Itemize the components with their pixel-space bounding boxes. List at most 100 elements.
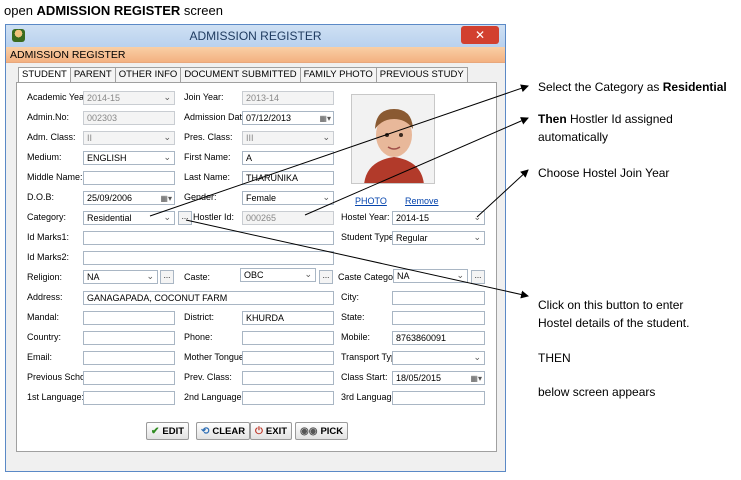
caption-bold: ADMISSION REGISTER: [36, 3, 181, 18]
mobile-input[interactable]: 8763860091: [392, 331, 485, 345]
mobile-label: Mobile:: [341, 332, 371, 342]
note-2-rest: Hostler Id assigned: [570, 112, 673, 126]
edit-button-label: EDIT: [162, 425, 185, 437]
calendar-icon[interactable]: ▦▾: [319, 113, 331, 124]
state-input[interactable]: [392, 311, 485, 325]
hostler-id-label: Hostler Id:: [193, 212, 235, 222]
tab-strip: STUDENT PARENT OTHER INFO DOCUMENT SUBMI…: [18, 67, 468, 83]
chevron-down-icon: ⌄: [322, 192, 330, 202]
calendar-icon[interactable]: ▦▾: [470, 373, 482, 384]
caste-category-select[interactable]: NA ⌄: [393, 269, 468, 283]
adm-class-value: II: [87, 133, 93, 143]
id-marks1-input[interactable]: [83, 231, 334, 245]
district-input[interactable]: KHURDA: [242, 311, 334, 325]
close-button[interactable]: ✕: [461, 26, 499, 44]
address-label: Address:: [27, 292, 63, 302]
note-hostel-year: Choose Hostel Join Year: [538, 164, 669, 182]
window-title: ADMISSION REGISTER: [189, 29, 322, 43]
religion-select[interactable]: NA ⌄: [83, 270, 158, 284]
form-header: ADMISSION REGISTER: [6, 47, 505, 63]
chevron-down-icon: ⌄: [473, 232, 481, 242]
join-year-field[interactable]: 2013-14: [242, 91, 334, 105]
clear-button[interactable]: ⟲ CLEAR: [196, 422, 251, 440]
tab-family-photo[interactable]: FAMILY PHOTO: [299, 67, 377, 82]
hostler-id-field[interactable]: 000265: [242, 211, 334, 225]
student-type-select[interactable]: Regular ⌄: [392, 231, 485, 245]
calendar-icon[interactable]: ▦▾: [160, 193, 172, 204]
medium-label: Medium:: [27, 152, 62, 162]
pres-class-select[interactable]: III ⌄: [242, 131, 334, 145]
tab-document-submitted[interactable]: DOCUMENT SUBMITTED: [180, 67, 301, 82]
transport-type-select[interactable]: ⌄: [392, 351, 485, 365]
mother-tongue-label: Mother Tongue:: [184, 352, 247, 362]
phone-input[interactable]: [242, 331, 334, 345]
country-input[interactable]: [83, 331, 175, 345]
admission-date-value: 07/12/2013: [246, 113, 292, 123]
first-name-input[interactable]: A: [242, 151, 334, 165]
hostel-details-button[interactable]: ...: [178, 211, 192, 225]
id-marks2-input[interactable]: [83, 251, 334, 265]
chevron-down-icon: ⌄: [163, 212, 171, 222]
chevron-down-icon: ⌄: [473, 212, 481, 222]
address-input[interactable]: GANAGAPADA, COCONUT FARM: [83, 291, 334, 305]
tab-parent[interactable]: PARENT: [69, 67, 116, 82]
caste-more-button[interactable]: ...: [319, 270, 333, 284]
caste-category-more-button[interactable]: ...: [471, 270, 485, 284]
last-name-input[interactable]: THARUNIKA: [242, 171, 334, 185]
tab-student[interactable]: STUDENT: [18, 67, 71, 83]
previous-school-input[interactable]: [83, 371, 175, 385]
third-language-input[interactable]: [392, 391, 485, 405]
medium-select[interactable]: ENGLISH ⌄: [83, 151, 175, 165]
district-label: District:: [184, 312, 214, 322]
medium-value: ENGLISH: [87, 153, 127, 163]
academic-year-select[interactable]: 2014-15 ⌄: [83, 91, 175, 105]
hostel-year-select[interactable]: 2014-15 ⌄: [392, 211, 485, 225]
first-language-input[interactable]: [83, 391, 175, 405]
student-photo-image: [352, 95, 434, 183]
state-label: State:: [341, 312, 365, 322]
note-select-category: Select the Category as Residential: [538, 78, 727, 96]
chevron-down-icon: ⌄: [322, 132, 330, 142]
mandal-label: Mandal:: [27, 312, 60, 322]
dob-picker[interactable]: 25/09/2006 ▦▾: [83, 191, 175, 205]
class-start-picker[interactable]: 18/05/2015 ▦▾: [392, 371, 485, 385]
category-select[interactable]: Residential ⌄: [83, 211, 175, 225]
academic-year-value: 2014-15: [87, 93, 121, 103]
middle-name-input[interactable]: [83, 171, 175, 185]
admin-no-field[interactable]: 002303: [83, 111, 175, 125]
last-name-label: Last Name:: [184, 172, 231, 182]
pick-button[interactable]: ◉◉ PICK: [295, 422, 349, 440]
city-label: City:: [341, 292, 359, 302]
admission-date-picker[interactable]: 07/12/2013 ▦▾: [242, 111, 334, 125]
tab-other-info[interactable]: OTHER INFO: [114, 67, 182, 82]
chevron-down-icon: ⌄: [163, 92, 171, 102]
remove-photo-link[interactable]: Remove: [405, 196, 439, 206]
gender-select[interactable]: Female ⌄: [242, 191, 334, 205]
class-start-label: Class Start:: [341, 372, 388, 382]
religion-more-button[interactable]: ...: [160, 270, 174, 284]
chevron-down-icon: ⌄: [473, 352, 481, 362]
caste-select[interactable]: OBC ⌄: [240, 268, 316, 282]
city-input[interactable]: [392, 291, 485, 305]
pres-class-value: III: [246, 133, 254, 143]
mandal-input[interactable]: [83, 311, 175, 325]
checkmark-icon: ✔: [151, 425, 160, 437]
prev-class-input[interactable]: [242, 371, 334, 385]
mother-tongue-input[interactable]: [242, 351, 334, 365]
chevron-down-icon: ⌄: [163, 132, 171, 142]
note-2-bold: Then: [538, 112, 567, 126]
photo-link[interactable]: PHOTO: [355, 196, 387, 206]
second-language-input[interactable]: [242, 391, 334, 405]
email-input[interactable]: [83, 351, 175, 365]
category-value: Residential: [87, 213, 132, 223]
first-name-value: A: [246, 153, 253, 163]
hostler-id-value: 000265: [246, 213, 277, 223]
adm-class-select[interactable]: II ⌄: [83, 131, 175, 145]
admin-no-value: 002303: [87, 113, 118, 123]
tab-previous-study[interactable]: PREVIOUS STUDY: [375, 67, 468, 82]
exit-icon: ⏻: [255, 425, 263, 437]
caste-label: Caste:: [184, 272, 211, 282]
exit-button[interactable]: ⏻ EXIT: [250, 422, 293, 440]
note-1-prefix: Select the Category as: [538, 80, 660, 94]
edit-button[interactable]: ✔ EDIT: [146, 422, 190, 440]
